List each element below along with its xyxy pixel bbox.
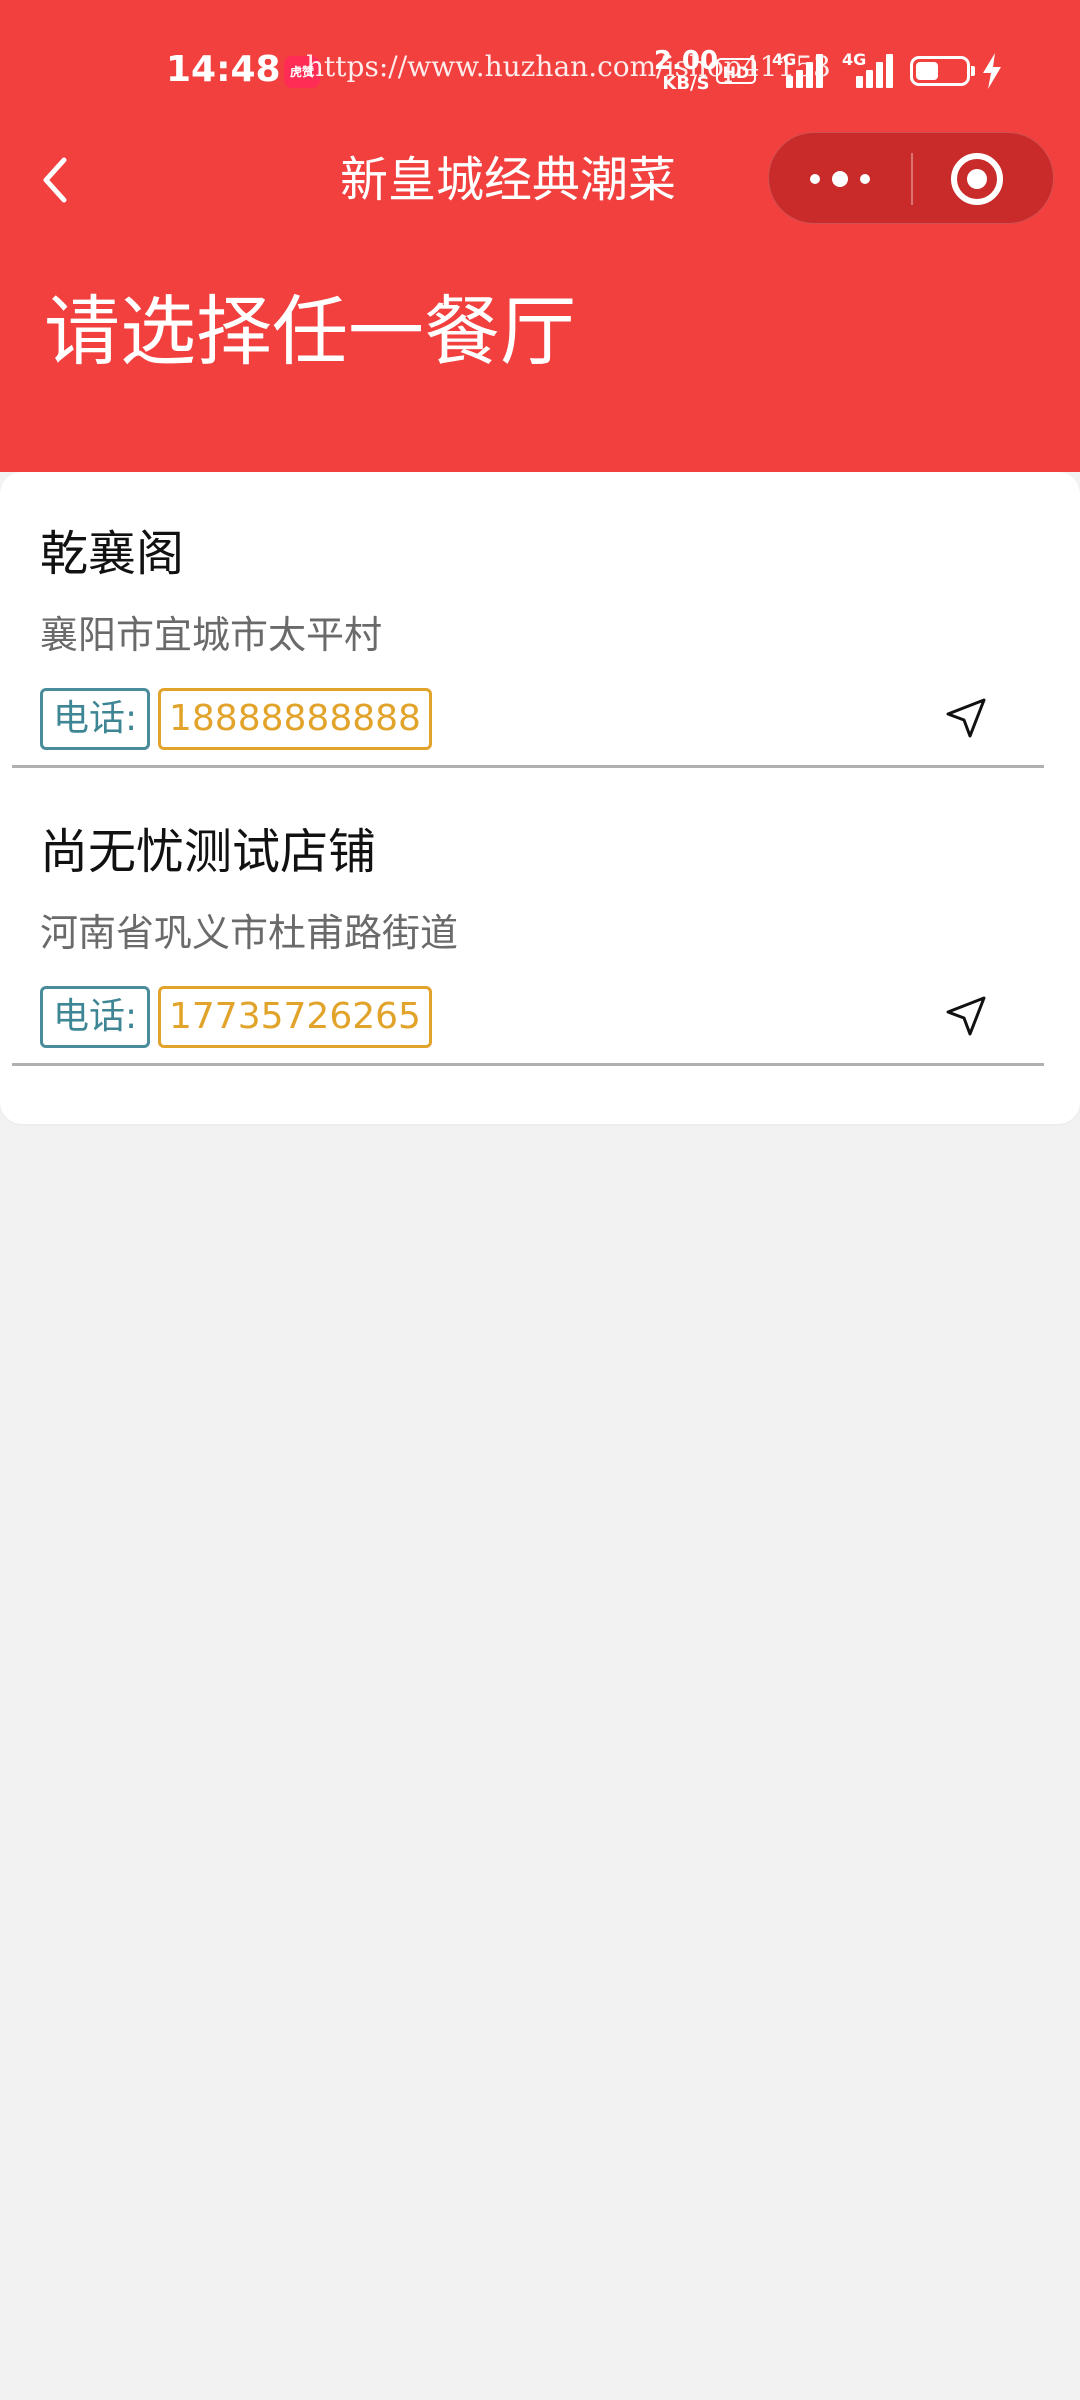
chevron-left-icon: [43, 157, 67, 203]
battery-fill: [916, 62, 938, 80]
nav-title: 新皇城经典潮菜: [340, 152, 677, 208]
more-button[interactable]: [769, 133, 911, 225]
store-item[interactable]: 尚无忧测试店铺 河南省巩义市杜甫路街道 电话: 17735726265: [12, 770, 1044, 1066]
navigation-arrow-icon[interactable]: [942, 694, 990, 742]
net-speed-value: 2.00: [653, 46, 719, 76]
navigation-arrow-icon[interactable]: [942, 992, 990, 1040]
close-button[interactable]: [913, 133, 1055, 225]
phone-label: 电话:: [40, 986, 151, 1048]
signal-label: 4G: [772, 50, 797, 69]
store-address: 襄阳市宜城市太平村: [40, 613, 383, 657]
store-list: 乾襄阁 襄阳市宜城市太平村 电话: 18888888888 尚无忧测试店铺 河南…: [0, 472, 1080, 1124]
hd-icon: HD: [716, 58, 756, 84]
phone-number[interactable]: 18888888888: [158, 688, 432, 750]
more-dots-icon: [810, 171, 870, 187]
store-name: 尚无忧测试店铺: [40, 824, 377, 880]
phone-label: 电话:: [40, 688, 151, 750]
signal-icon: 4G: [772, 50, 832, 88]
store-item[interactable]: 乾襄阁 襄阳市宜城市太平村 电话: 18888888888: [12, 472, 1044, 768]
header: 14:48 虎赞 https://www.huzhan.com/ishop411…: [0, 0, 1080, 472]
status-time: 14:48: [166, 49, 281, 90]
net-speed: 2.00 KB/S: [648, 48, 724, 94]
page-heading: 请选择任一餐厅: [44, 287, 576, 376]
signal-icon: 4G: [842, 50, 902, 88]
phone-number[interactable]: 17735726265: [158, 986, 432, 1048]
signal-label: 4G: [842, 50, 867, 69]
battery-icon: [910, 56, 975, 86]
target-circle-icon: [951, 153, 1003, 205]
store-address: 河南省巩义市杜甫路街道: [40, 911, 459, 955]
store-name: 乾襄阁: [40, 526, 185, 582]
status-bar: 14:48 虎赞 https://www.huzhan.com/ishop411…: [0, 0, 1080, 140]
back-button[interactable]: [30, 140, 86, 220]
mini-program-capsule: [768, 132, 1054, 224]
charging-bolt-icon: [983, 53, 1001, 89]
net-speed-unit: KB/S: [662, 73, 710, 94]
